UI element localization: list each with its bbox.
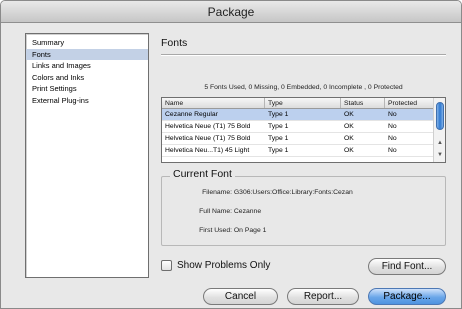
find-font-button[interactable]: Find Font... [368,258,446,275]
sidebar-item-fonts[interactable]: Fonts [26,48,148,61]
font-protected-cell: No [388,111,397,118]
show-problems-label[interactable]: Show Problems Only [177,260,270,271]
column-header-name[interactable]: Name [162,98,265,108]
table-row[interactable]: Helvetica Neue (T1) 75 Bold Type 1 OK No [162,133,445,145]
column-header-status[interactable]: Status [341,98,385,108]
filename-row: Filename: G306:Users:Office:Library:Font… [170,189,353,196]
filename-label: Filename: [202,189,232,196]
table-row[interactable]: Helvetica Neue (T1) 75 Bold Type 1 OK No [162,121,445,133]
table-header: Name Type Status Protected [162,98,445,109]
scroll-down-icon[interactable]: ▼ [436,150,444,160]
font-type-cell: Type 1 [268,111,289,118]
first-used-value: On Page 1 [233,227,267,234]
table-row[interactable]: Cezanne Regular Type 1 OK No [162,109,445,121]
font-status-cell: OK [344,135,354,142]
filename-value: G306:Users:Office:Library:Fonts:Cezan [233,189,353,196]
font-type-cell: Type 1 [268,135,289,142]
font-type-cell: Type 1 [268,123,289,130]
fullname-value: Cezanne [233,208,262,215]
font-status-cell: OK [344,123,354,130]
report-button[interactable]: Report... [287,288,359,305]
current-font-title: Current Font [170,168,235,180]
fonts-summary: 5 Fonts Used, 0 Missing, 0 Embedded, 0 I… [204,84,403,91]
scroll-up-icon[interactable]: ▲ [436,138,444,148]
font-status-cell: OK [344,111,354,118]
show-problems-option[interactable]: Show Problems Only [161,260,270,271]
table-row[interactable]: Helvetica Neu...T1) 45 Light Type 1 OK N… [162,145,445,157]
sidebar-item-summary[interactable]: Summary [26,37,148,49]
package-button[interactable]: Package... [368,288,446,305]
font-status-cell: OK [344,147,354,154]
sidebar-item-colors-and-inks[interactable]: Colors and Inks [26,72,148,84]
sidebar-list: Summary Fonts Links and Images Colors an… [25,33,149,278]
sidebar-item-print-settings[interactable]: Print Settings [26,83,148,95]
font-protected-cell: No [388,123,397,130]
first-used-row: First Used: On Page 1 [170,227,266,234]
scroll-thumb[interactable] [436,102,444,130]
table-scrollbar[interactable]: ▲ ▼ [433,98,445,162]
sidebar-item-links-and-images[interactable]: Links and Images [26,60,148,72]
current-font-group: Current Font Filename: G306:Users:Office… [161,168,446,246]
font-name-cell: Helvetica Neu...T1) 45 Light [165,147,250,154]
panel-title: Fonts [161,37,188,49]
column-header-type[interactable]: Type [265,98,341,108]
sidebar-item-external-plug-ins[interactable]: External Plug-ins [26,95,148,107]
fonts-table: Name Type Status Protected Cezanne Regul… [161,97,446,163]
fullname-row: Full Name: Cezanne [170,208,261,215]
first-used-label: First Used: [199,227,232,234]
font-type-cell: Type 1 [268,147,289,154]
show-problems-checkbox[interactable] [161,260,172,271]
font-protected-cell: No [388,147,397,154]
column-header-protected[interactable]: Protected [385,98,435,108]
panel-divider [161,54,446,55]
package-dialog: Package Summary Fonts Links and Images C… [0,0,462,309]
fullname-label: Full Name: [199,208,232,215]
cancel-button[interactable]: Cancel [203,288,278,305]
font-name-cell: Helvetica Neue (T1) 75 Bold [165,135,251,142]
window-title: Package [1,1,461,23]
font-protected-cell: No [388,135,397,142]
font-name-cell: Helvetica Neue (T1) 75 Bold [165,123,251,130]
font-name-cell: Cezanne Regular [165,111,218,118]
